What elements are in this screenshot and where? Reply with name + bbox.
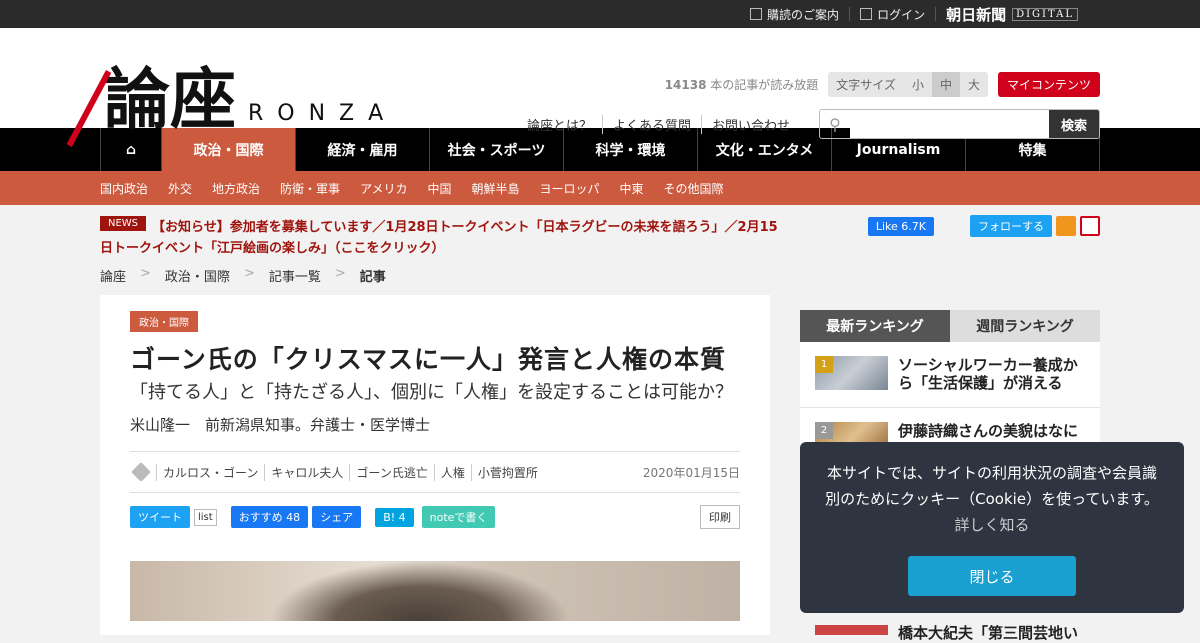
tag-bar: カルロス・ゴーン キャロル夫人 ゴーン氏逃亡 人権 小菅拘置所 2020年01月… bbox=[130, 451, 740, 493]
list-button[interactable]: list bbox=[194, 508, 217, 526]
search-button[interactable]: 検索 bbox=[1049, 110, 1099, 138]
ranking-thumbnail bbox=[815, 625, 888, 635]
font-medium-button[interactable]: 中 bbox=[931, 72, 960, 97]
search-icon: ⚲ bbox=[829, 114, 841, 134]
news-text[interactable]: 【お知らせ】参加者を募集しています／1月28日トークイベント「日本ラグビーの未来… bbox=[100, 220, 778, 256]
ranking-tabs: 最新ランキング 週間ランキング bbox=[800, 310, 1100, 342]
ranking-item[interactable]: 1 ソーシャルワーカー養成から「生活保護」が消える bbox=[800, 342, 1100, 408]
subnav-item[interactable]: 国内政治 bbox=[100, 180, 148, 197]
news-banner[interactable]: NEWS 【お知らせ】参加者を募集しています／1月28日トークイベント「日本ラグビ… bbox=[100, 216, 780, 258]
search-box: ⚲ 検索 bbox=[819, 109, 1100, 139]
header-tools: 14138 本の記事が読み放題 文字サイズ 小 中 大 マイコンテンツ bbox=[665, 72, 1100, 97]
ronza-logo[interactable]: 論座 RONZA bbox=[66, 64, 398, 147]
tag-item[interactable]: キャロル夫人 bbox=[264, 463, 349, 481]
sub-nav: 国内政治 外交 地方政治 防衛・軍事 アメリカ 中国 朝鮮半島 ヨーロッパ 中東… bbox=[0, 171, 1200, 205]
login-link[interactable]: ログイン bbox=[850, 7, 937, 22]
cookie-banner: 本サイトでは、サイトの利用状況の調査や会員識別のためにクッキー（Cookie）を… bbox=[800, 442, 1184, 613]
article-title: ゴーン氏の「クリスマスに一人」発言と人権の本質 bbox=[130, 345, 727, 374]
my-contents-button[interactable]: マイコンテンツ bbox=[997, 72, 1100, 97]
font-small-button[interactable]: 小 bbox=[904, 72, 932, 97]
print-button[interactable]: 印刷 bbox=[700, 505, 740, 529]
breadcrumb: 論座 > 政治・国際 > 記事一覧 > 記事 bbox=[100, 266, 386, 285]
ranking-title[interactable]: 橋本大紀夫「第三間芸地い bbox=[898, 622, 1078, 643]
subnav-item[interactable]: 地方政治 bbox=[212, 180, 260, 197]
contact-link[interactable]: お問い合わせ bbox=[700, 114, 800, 134]
search-input[interactable] bbox=[850, 110, 1049, 138]
rank-badge: 1 bbox=[815, 356, 833, 373]
article-subtitle: 「持てる人」と「持たざる人」、個別に「人権」を設定することは可能か？ bbox=[130, 382, 733, 403]
photo-subject bbox=[270, 561, 570, 621]
news-badge: NEWS bbox=[100, 216, 147, 231]
subnav-item[interactable]: 朝鮮半島 bbox=[471, 180, 519, 197]
tag-list: カルロス・ゴーン キャロル夫人 ゴーン氏逃亡 人権 小菅拘置所 bbox=[130, 462, 544, 482]
facebook-recommend-button[interactable]: おすすめ 48 bbox=[230, 506, 309, 528]
cookie-close-button[interactable]: 閉じる bbox=[908, 556, 1076, 596]
ranking-title: ソーシャルワーカー養成から「生活保護」が消える bbox=[898, 356, 1078, 392]
share-bar: ツイート list おすすめ 48 シェア B! 4 noteで書く 印刷 bbox=[130, 505, 740, 529]
subnav-item[interactable]: その他国際 bbox=[664, 180, 724, 197]
breadcrumb-category[interactable]: 政治・国際 bbox=[165, 266, 230, 285]
tag-item[interactable]: 小菅拘置所 bbox=[470, 463, 544, 481]
category-badge[interactable]: 政治・国際 bbox=[130, 311, 198, 332]
subnav-item[interactable]: 防衛・軍事 bbox=[280, 180, 340, 197]
article: 政治・国際 ゴーン氏の「クリスマスに一人」発言と人権の本質 「持てる人」と「持た… bbox=[100, 295, 770, 635]
rank-badge: 2 bbox=[815, 422, 833, 439]
article-date: 2020年01月15日 bbox=[642, 465, 740, 480]
font-size-label: 文字サイズ bbox=[836, 78, 896, 92]
subnav-item[interactable]: ヨーロッパ bbox=[540, 180, 600, 197]
tag-item[interactable]: 人権 bbox=[433, 463, 471, 481]
breadcrumb-list[interactable]: 記事一覧 bbox=[269, 266, 321, 285]
rss-icon[interactable] bbox=[1056, 216, 1076, 236]
facebook-share-button[interactable]: シェア bbox=[312, 506, 362, 528]
article-photo bbox=[130, 561, 740, 621]
tab-weekly-ranking[interactable]: 週間ランキング bbox=[950, 310, 1100, 342]
logo-kanji: 論座 bbox=[66, 64, 236, 147]
home-icon: ⌂ bbox=[125, 141, 137, 158]
facebook-like-button[interactable]: Like 6.7K bbox=[867, 216, 934, 236]
logo-roman: RONZA bbox=[248, 101, 398, 126]
edit-icon bbox=[750, 8, 763, 20]
subnav-item[interactable]: 外交 bbox=[168, 180, 192, 197]
subscribe-link[interactable]: 購読のご案内 bbox=[740, 7, 851, 22]
ranking-title: 伊藤詩織さんの美貌はなに bbox=[898, 422, 1079, 440]
top-bar: 購読のご案内 ログイン 朝日新聞 DIGITAL bbox=[0, 0, 1200, 28]
faq-link[interactable]: よくある質問 bbox=[601, 114, 701, 134]
tag-item[interactable]: ゴーン氏逃亡 bbox=[349, 463, 433, 481]
header-row2: 論座とは？ よくある質問 お問い合わせ ⚲ 検索 bbox=[517, 109, 1100, 139]
header-links: 論座とは？ よくある質問 お問い合わせ bbox=[517, 114, 800, 134]
subnav-item[interactable]: アメリカ bbox=[360, 180, 407, 197]
tag-icon bbox=[131, 462, 151, 482]
font-large-button[interactable]: 大 bbox=[960, 72, 988, 97]
tweet-button[interactable]: ツイート bbox=[130, 506, 190, 528]
cookie-more-link[interactable]: 詳しく知る bbox=[954, 516, 1029, 534]
lock-icon bbox=[860, 8, 873, 20]
top-links: 購読のご案内 ログイン 朝日新聞 DIGITAL bbox=[740, 0, 1078, 28]
site-header: 論座 RONZA 14138 本の記事が読み放題 文字サイズ 小 中 大 マイコ… bbox=[0, 28, 1200, 147]
tag-item[interactable]: カルロス・ゴーン bbox=[156, 463, 264, 481]
subnav-item[interactable]: 中東 bbox=[620, 180, 644, 197]
font-size-selector: 文字サイズ 小 中 大 bbox=[828, 72, 988, 97]
article-author: 米山隆一 前新潟県知事。弁護士・医学博士 bbox=[130, 416, 431, 434]
tab-latest-ranking[interactable]: 最新ランキング bbox=[800, 310, 950, 342]
article-count: 14138 本の記事が読み放題 bbox=[664, 78, 819, 92]
note-button[interactable]: noteで書く bbox=[421, 506, 496, 528]
breadcrumb-home[interactable]: 論座 bbox=[100, 266, 126, 285]
subnav-item[interactable]: 中国 bbox=[427, 180, 451, 197]
mail-icon[interactable] bbox=[1080, 216, 1100, 236]
asahi-digital-logo[interactable]: 朝日新聞 DIGITAL bbox=[936, 4, 1078, 25]
tab-economy[interactable]: 経済・雇用 bbox=[296, 128, 430, 171]
about-link[interactable]: 論座とは？ bbox=[517, 115, 602, 134]
twitter-follow-button[interactable]: フォローする bbox=[970, 215, 1052, 237]
cookie-message: 本サイトでは、サイトの利用状況の調査や会員識別のためにクッキー（Cookie）を… bbox=[825, 464, 1159, 534]
breadcrumb-current: 記事 bbox=[359, 270, 386, 285]
social-buttons: Like 6.7K フォローする bbox=[867, 215, 1100, 237]
hatena-bookmark-button[interactable]: B! 4 bbox=[375, 507, 414, 527]
